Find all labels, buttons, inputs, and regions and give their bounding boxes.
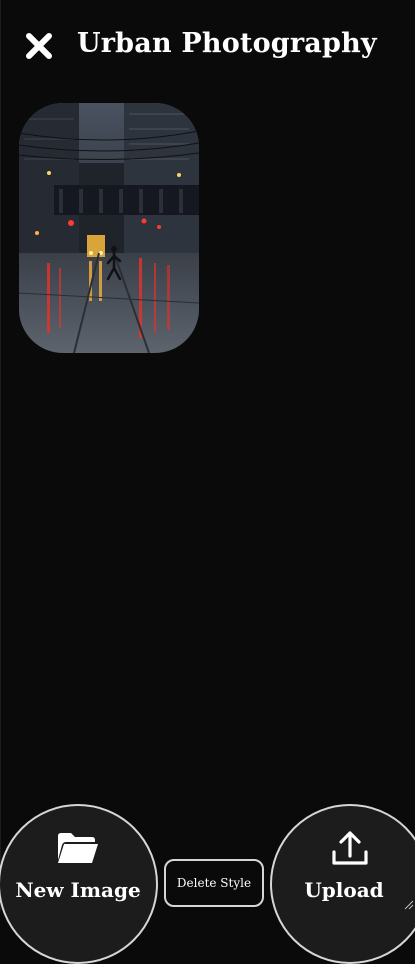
left-edge	[0, 0, 1, 911]
header: Urban Photography	[0, 0, 415, 96]
resize-grip-icon[interactable]	[402, 898, 414, 910]
upload-label: Upload	[304, 878, 384, 902]
page-title: Urban Photography	[77, 28, 377, 59]
delete-style-button[interactable]: Delete Style	[164, 859, 264, 907]
photo-thumbnail[interactable]	[19, 103, 199, 353]
close-icon	[26, 33, 52, 59]
street-photo-image	[19, 103, 199, 353]
close-button[interactable]	[24, 31, 54, 61]
upload-button[interactable]: Upload	[270, 804, 415, 964]
folder-icon	[58, 833, 98, 863]
upload-icon	[332, 831, 368, 865]
new-image-button[interactable]: New Image	[0, 804, 158, 964]
new-image-label: New Image	[15, 878, 141, 902]
